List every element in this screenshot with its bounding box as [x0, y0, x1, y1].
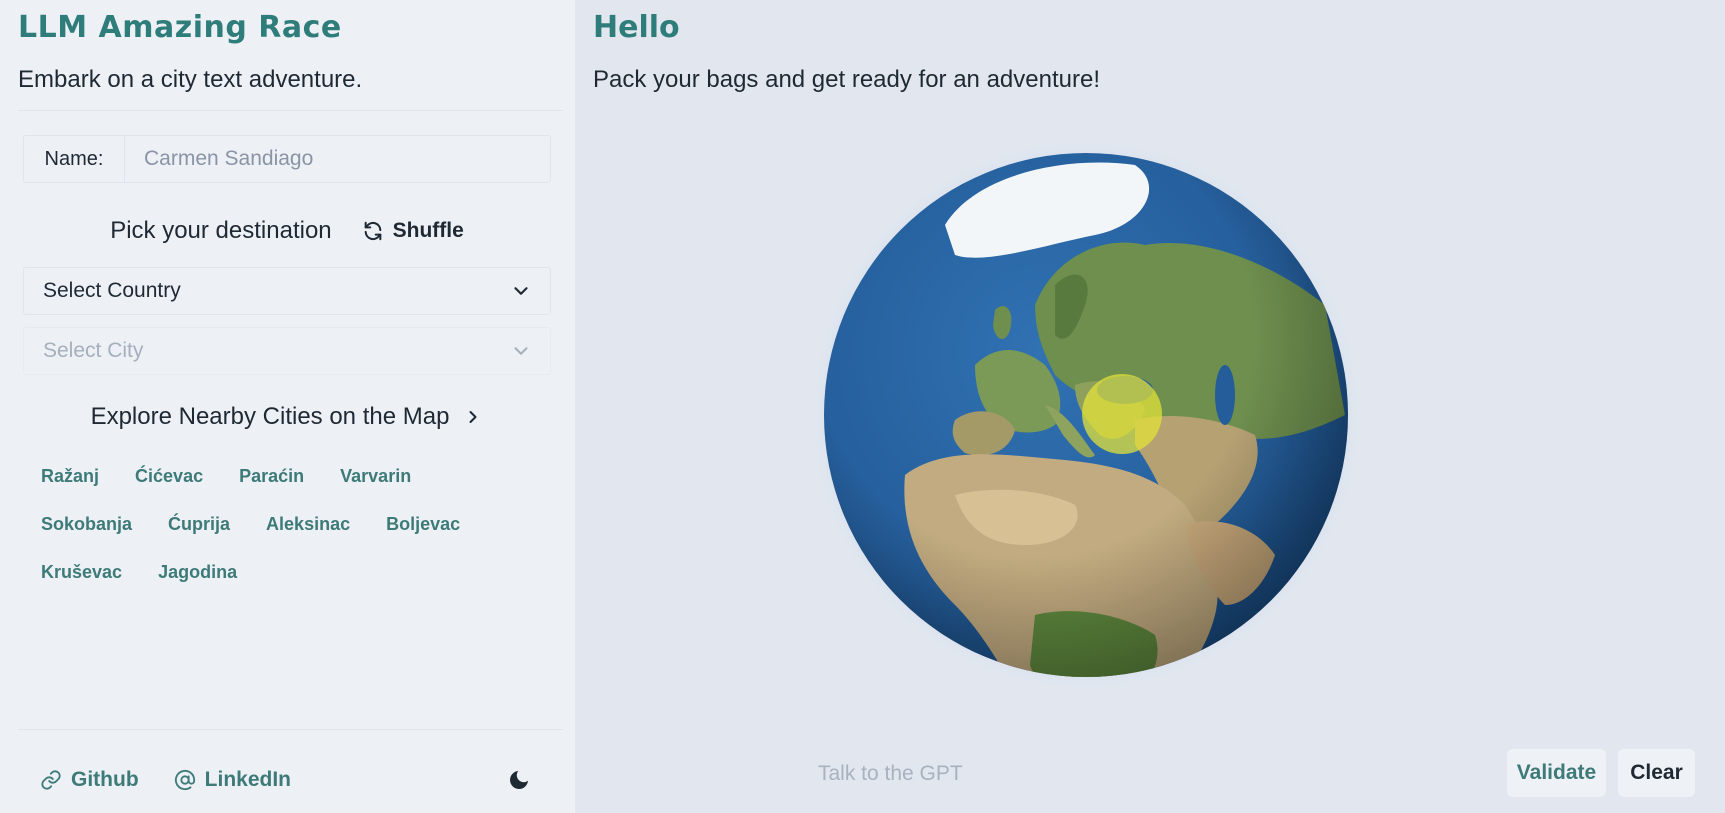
chevron-down-icon: [514, 287, 528, 295]
explore-map-label: Explore Nearby Cities on the Map: [90, 403, 450, 430]
app-title: LLM Amazing Race: [18, 10, 342, 45]
name-label: Name:: [24, 136, 125, 182]
name-input[interactable]: [125, 136, 550, 182]
linkedin-label: LinkedIn: [204, 768, 291, 791]
city-select-value: Select City: [43, 339, 144, 362]
validate-button[interactable]: Validate: [1507, 749, 1606, 797]
shuffle-button[interactable]: Shuffle: [362, 219, 464, 243]
nearby-city-link[interactable]: Boljevac: [368, 500, 478, 548]
github-label: Github: [71, 768, 139, 791]
sidebar-footer: Github LinkedIn: [23, 760, 551, 800]
nearby-city-link[interactable]: Ćićevac: [117, 452, 221, 500]
globe-graphic: [806, 135, 1366, 695]
destination-row: Pick your destination Shuffle: [23, 214, 551, 248]
chat-input[interactable]: [800, 752, 1400, 796]
name-field-group: Name:: [23, 135, 551, 183]
sidebar: LLM Amazing Race Embark on a city text a…: [0, 0, 575, 813]
linkedin-link[interactable]: LinkedIn: [174, 768, 291, 792]
nearby-city-link[interactable]: Paraćin: [221, 452, 322, 500]
nearby-city-link[interactable]: Ražanj: [23, 452, 117, 500]
globe[interactable]: [805, 135, 1367, 697]
refresh-icon: [364, 221, 381, 241]
chevron-right-icon: [469, 411, 477, 423]
nearby-city-link[interactable]: Varvarin: [322, 452, 429, 500]
city-select[interactable]: Select City: [23, 327, 551, 375]
page-subtitle: Pack your bags and get ready for an adve…: [593, 66, 1100, 93]
divider: [18, 729, 563, 730]
country-select-value: Select Country: [43, 279, 181, 302]
pick-destination-label: Pick your destination: [110, 217, 332, 244]
explore-map-button[interactable]: Explore Nearby Cities on the Map: [23, 400, 551, 434]
moon-icon[interactable]: [507, 768, 531, 792]
nearby-city-link[interactable]: Aleksinac: [248, 500, 368, 548]
divider: [18, 110, 563, 111]
at-icon: [174, 769, 195, 791]
destination-marker: [1082, 374, 1162, 454]
nearby-city-link[interactable]: Ćuprija: [150, 500, 248, 548]
country-select[interactable]: Select Country: [23, 267, 551, 315]
link-icon: [41, 770, 61, 790]
nearby-city-link[interactable]: Sokobanja: [23, 500, 150, 548]
chevron-down-icon: [514, 347, 528, 355]
clear-button[interactable]: Clear: [1618, 749, 1695, 797]
shuffle-label: Shuffle: [392, 219, 464, 242]
page-title: Hello: [593, 10, 680, 45]
github-link[interactable]: Github: [40, 768, 139, 792]
nearby-city-link[interactable]: Jagodina: [140, 548, 255, 596]
nearby-cities-list: Ražanj Ćićevac Paraćin Varvarin Sokobanja Ćup…: [23, 452, 523, 596]
app-subtitle: Embark on a city text adventure.: [18, 66, 363, 93]
nearby-city-link[interactable]: Kruševac: [23, 548, 140, 596]
